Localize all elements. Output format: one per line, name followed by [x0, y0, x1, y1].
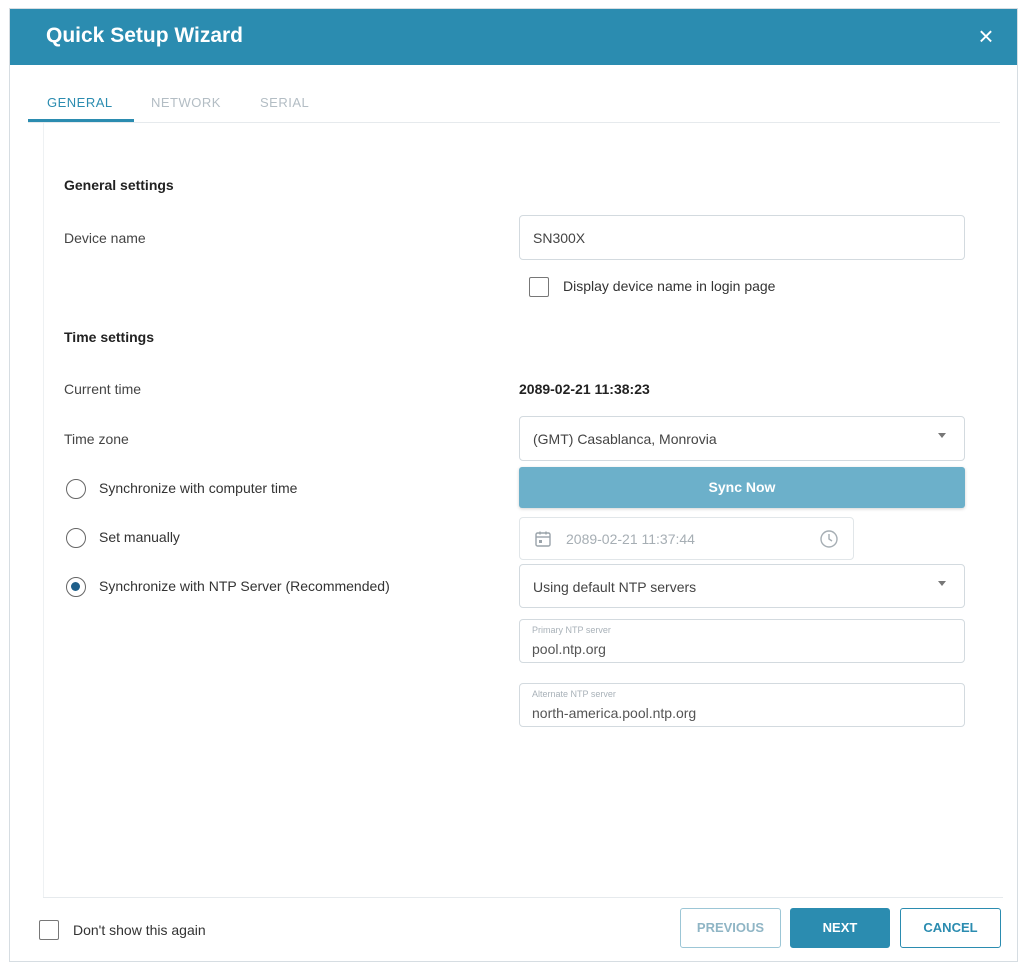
primary-ntp-input[interactable]: Primary NTP server pool.ntp.org [519, 619, 965, 663]
tab-serial[interactable]: SERIAL [260, 95, 309, 110]
sync-computer-radio[interactable] [66, 479, 86, 499]
device-name-value: SN300X [533, 230, 586, 246]
device-name-label: Device name [64, 230, 146, 246]
device-name-input[interactable]: SN300X [519, 215, 965, 260]
ntp-mode-select[interactable]: Using default NTP servers [519, 564, 965, 608]
dont-show-label: Don't show this again [73, 922, 206, 938]
chevron-down-icon [938, 433, 946, 438]
current-time-label: Current time [64, 381, 142, 397]
primary-ntp-label: Primary NTP server [532, 625, 611, 635]
manual-datetime-value: 2089-02-21 11:37:44 [566, 531, 695, 547]
dont-show-checkbox[interactable] [39, 920, 59, 940]
set-manually-radio[interactable] [66, 528, 86, 548]
primary-ntp-value: pool.ntp.org [532, 641, 606, 657]
display-in-login-label: Display device name in login page [563, 278, 776, 294]
tab-general[interactable]: GENERAL [47, 95, 113, 110]
time-zone-select[interactable]: (GMT) Casablanca, Monrovia [519, 416, 965, 461]
sync-computer-label: Synchronize with computer time [99, 480, 298, 496]
chevron-down-icon [938, 581, 946, 586]
sync-now-button[interactable]: Sync Now [519, 467, 965, 508]
tab-network[interactable]: NETWORK [151, 95, 221, 110]
alternate-ntp-input[interactable]: Alternate NTP server north-america.pool.… [519, 683, 965, 727]
dialog-titlebar: Quick Setup Wizard × [10, 9, 1017, 65]
active-tab-indicator [28, 119, 134, 122]
sync-ntp-label: Synchronize with NTP Server (Recommended… [99, 578, 390, 594]
previous-button[interactable]: PREVIOUS [680, 908, 781, 948]
ntp-mode-value: Using default NTP servers [533, 579, 697, 595]
general-settings-heading: General settings [64, 177, 174, 193]
set-manually-label: Set manually [99, 529, 180, 545]
alternate-ntp-value: north-america.pool.ntp.org [532, 705, 697, 721]
sync-ntp-radio[interactable] [66, 577, 86, 597]
alternate-ntp-label: Alternate NTP server [532, 689, 616, 699]
tab-bar: GENERAL NETWORK SERIAL [28, 65, 1000, 123]
quick-setup-wizard-dialog: Quick Setup Wizard × GENERAL NETWORK SER… [9, 8, 1018, 962]
time-zone-value: (GMT) Casablanca, Monrovia [533, 431, 717, 447]
time-zone-label: Time zone [64, 431, 129, 447]
current-time-value: 2089-02-21 11:38:23 [519, 381, 650, 397]
footer-divider [43, 897, 1003, 898]
close-icon[interactable]: × [971, 21, 1001, 51]
time-settings-heading: Time settings [64, 329, 154, 345]
manual-datetime-input[interactable]: 2089-02-21 11:37:44 [519, 517, 854, 560]
display-in-login-checkbox[interactable] [529, 277, 549, 297]
cancel-button[interactable]: CANCEL [900, 908, 1001, 948]
dialog-title: Quick Setup Wizard [46, 24, 244, 47]
calendar-icon [535, 531, 551, 547]
next-button[interactable]: NEXT [790, 908, 890, 948]
clock-icon [820, 530, 838, 548]
